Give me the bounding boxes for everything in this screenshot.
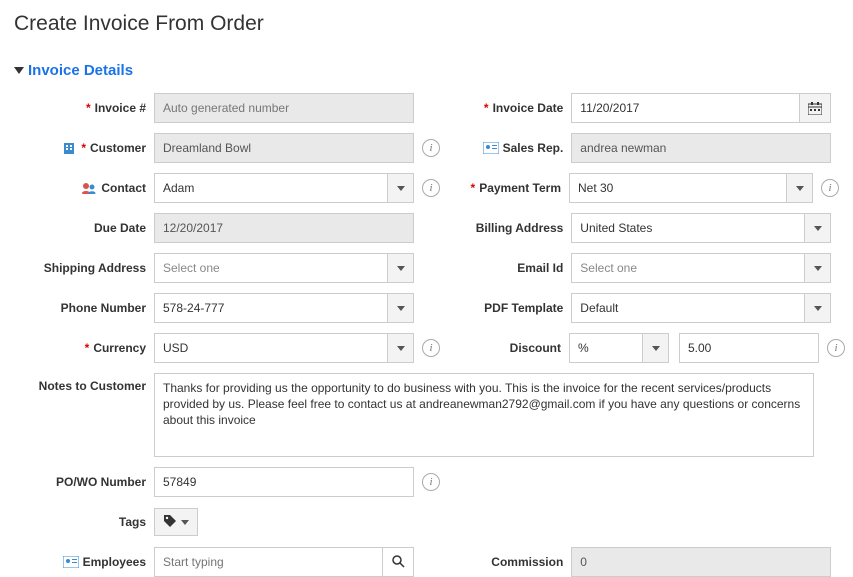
dropdown-toggle[interactable] xyxy=(804,254,830,282)
pdf-template-select[interactable]: Default xyxy=(571,293,831,323)
dropdown-toggle[interactable] xyxy=(387,174,413,202)
label-currency: *Currency xyxy=(14,341,154,355)
calendar-icon xyxy=(808,102,822,115)
info-icon[interactable]: i xyxy=(422,179,440,197)
caret-down-icon xyxy=(397,306,405,311)
chevron-down-icon xyxy=(14,67,24,74)
payment-term-select[interactable]: Net 30 xyxy=(569,173,813,203)
dropdown-toggle[interactable] xyxy=(804,214,830,242)
label-shipping-address: Shipping Address xyxy=(14,261,154,275)
caret-down-icon xyxy=(397,346,405,351)
id-card-icon xyxy=(483,140,499,156)
label-sales-rep: Sales Rep. xyxy=(461,140,571,156)
caret-down-icon xyxy=(397,266,405,271)
commission-input xyxy=(571,547,831,577)
label-payment-term: *Payment Term xyxy=(459,181,569,195)
discount-value-input[interactable] xyxy=(679,333,819,363)
info-icon[interactable]: i xyxy=(422,139,440,157)
dropdown-toggle[interactable] xyxy=(387,334,413,362)
caret-down-icon xyxy=(814,306,822,311)
building-icon xyxy=(61,140,77,156)
dropdown-toggle[interactable] xyxy=(642,334,668,362)
info-icon[interactable]: i xyxy=(827,339,845,357)
caret-down-icon xyxy=(652,346,660,351)
customer-input: Dreamland Bowl xyxy=(154,133,414,163)
label-employees: Employees xyxy=(14,554,154,570)
currency-select[interactable]: USD xyxy=(154,333,414,363)
invoice-form: *Invoice # Auto generated number *Invoic… xyxy=(14,93,839,577)
employees-input[interactable] xyxy=(154,547,382,577)
label-invoice-no: *Invoice # xyxy=(14,101,154,115)
email-id-select[interactable]: Select one xyxy=(571,253,831,283)
section-toggle[interactable]: Invoice Details xyxy=(14,62,839,79)
label-customer: *Customer xyxy=(14,140,154,156)
caret-down-icon xyxy=(397,186,405,191)
po-wo-input[interactable] xyxy=(154,467,414,497)
info-icon[interactable]: i xyxy=(422,339,440,357)
label-tags: Tags xyxy=(14,515,154,529)
phone-number-select[interactable]: 578-24-777 xyxy=(154,293,414,323)
search-icon xyxy=(391,554,405,571)
section-title: Invoice Details xyxy=(28,62,133,79)
sales-rep-input: andrea newman xyxy=(571,133,831,163)
employees-search-button[interactable] xyxy=(382,547,414,577)
tag-icon xyxy=(163,514,177,531)
label-billing-address: Billing Address xyxy=(461,221,571,235)
people-icon xyxy=(81,180,97,196)
info-icon[interactable]: i xyxy=(422,473,440,491)
caret-down-icon xyxy=(814,266,822,271)
label-invoice-date: *Invoice Date xyxy=(461,101,571,115)
discount-type-select[interactable]: % xyxy=(569,333,669,363)
invoice-date-input[interactable] xyxy=(571,93,799,123)
label-email-id: Email Id xyxy=(461,261,571,275)
dropdown-toggle[interactable] xyxy=(804,294,830,322)
page-title: Create Invoice From Order xyxy=(14,12,839,36)
label-contact: Contact xyxy=(14,180,154,196)
contact-select[interactable]: Adam xyxy=(154,173,414,203)
date-picker-button[interactable] xyxy=(799,93,831,123)
label-commission: Commission xyxy=(461,555,571,569)
notes-textarea[interactable] xyxy=(154,373,814,457)
dropdown-toggle[interactable] xyxy=(387,254,413,282)
tags-button[interactable] xyxy=(154,508,198,536)
caret-down-icon xyxy=(181,520,189,525)
invoice-number-input: Auto generated number xyxy=(154,93,414,123)
shipping-address-select[interactable]: Select one xyxy=(154,253,414,283)
info-icon[interactable]: i xyxy=(821,179,839,197)
label-notes: Notes to Customer xyxy=(14,373,154,393)
label-pdf-template: PDF Template xyxy=(461,301,571,315)
caret-down-icon xyxy=(796,186,804,191)
label-due-date: Due Date xyxy=(14,221,154,235)
caret-down-icon xyxy=(814,226,822,231)
label-po-wo: PO/WO Number xyxy=(14,475,154,489)
dropdown-toggle[interactable] xyxy=(786,174,812,202)
due-date-input: 12/20/2017 xyxy=(154,213,414,243)
label-phone-number: Phone Number xyxy=(14,301,154,315)
label-discount: Discount xyxy=(459,341,569,355)
id-card-icon xyxy=(63,554,79,570)
billing-address-select[interactable]: United States xyxy=(571,213,831,243)
dropdown-toggle[interactable] xyxy=(387,294,413,322)
